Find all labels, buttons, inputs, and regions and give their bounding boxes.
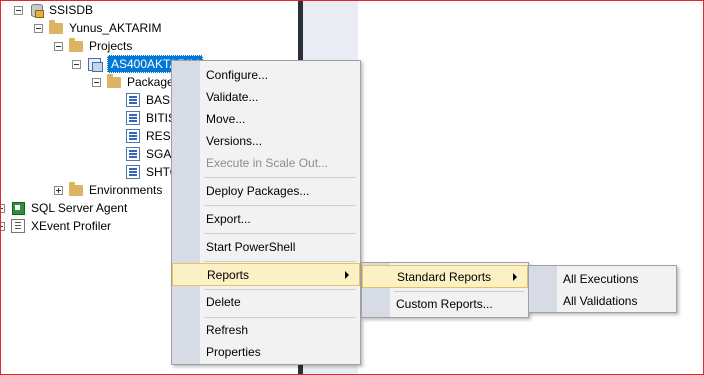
menu-separator [204,233,356,234]
tree-node-xevent[interactable]: XEvent Profiler [0,217,111,235]
menu-item-standard-reports[interactable]: Standard Reports [362,265,528,288]
menu-item-properties[interactable]: Properties [172,341,360,363]
menu-item-export[interactable]: Export... [172,208,360,230]
collapse-icon[interactable] [72,59,81,69]
folder-icon [69,37,83,52]
package-icon [126,129,140,143]
menu-item-all-validations[interactable]: All Validations [529,290,676,312]
expand-icon[interactable] [0,221,5,231]
tree-label-folder: Yunus_AKTARIM [69,21,162,35]
package-icon [126,165,140,179]
menu-separator [204,289,356,290]
collapse-icon[interactable] [14,5,23,15]
menu-item-move[interactable]: Move... [172,108,360,130]
collapse-icon[interactable] [34,23,43,33]
tree-node-projects[interactable]: Projects [54,37,132,55]
expand-icon[interactable] [0,203,5,213]
menu-separator [204,261,356,262]
xevent-profiler-icon [11,219,25,233]
menu-item-start-powershell[interactable]: Start PowerShell [172,236,360,258]
menu-separator [204,317,356,318]
menu-item-delete[interactable]: Delete [172,291,360,313]
menu-item-validate[interactable]: Validate... [172,86,360,108]
tree-node-folder[interactable]: Yunus_AKTARIM [34,19,161,37]
menu-item-standard-reports-label: Standard Reports [397,269,492,284]
tree-node-package[interactable]: BITIS [126,109,176,127]
tree-node-package[interactable]: BASL [126,91,177,109]
sql-agent-icon [11,201,25,215]
menu-item-all-executions[interactable]: All Executions [529,268,676,290]
tree-node-environments[interactable]: Environments [54,181,162,199]
database-icon [29,3,44,18]
project-icon [87,57,103,72]
standard-reports-submenu: All Executions All Validations [528,265,677,313]
menu-separator [394,291,524,292]
menu-item-versions[interactable]: Versions... [172,130,360,152]
package-icon [126,93,140,107]
collapse-icon[interactable] [92,77,101,87]
tree-node-ssisdb[interactable]: SSISDB [14,1,93,19]
tree-label-sql-agent: SQL Server Agent [31,201,128,215]
tree-label-environments: Environments [89,183,163,197]
menu-item-configure[interactable]: Configure... [172,64,360,86]
menu-item-refresh[interactable]: Refresh [172,319,360,341]
folder-icon [49,19,63,34]
menu-item-execute-scale-out: Execute in Scale Out... [206,156,329,170]
menu-item-custom-reports[interactable]: Custom Reports... [362,293,528,315]
menu-separator [204,177,356,178]
folder-icon [69,181,83,196]
context-menu: Configure... Validate... Move... Version… [171,60,361,365]
tree-label-ssisdb: SSISDB [49,3,94,17]
tree-label-projects: Projects [89,39,133,53]
folder-icon [107,73,121,88]
menu-item-reports[interactable]: Reports [172,263,360,286]
submenu-arrow-icon [345,271,349,279]
menu-separator [204,205,356,206]
menu-item-reports-label: Reports [207,267,250,282]
menu-item-deploy-packages[interactable]: Deploy Packages... [172,180,360,202]
collapse-icon[interactable] [54,41,63,51]
package-icon [126,147,140,161]
submenu-arrow-icon [513,273,517,281]
tree-label-packages: Package [127,75,174,89]
tree-node-sql-agent[interactable]: SQL Server Agent [0,199,127,217]
tree-node-packages[interactable]: Package [92,73,174,91]
package-icon [126,111,140,125]
expand-icon[interactable] [54,185,63,195]
tree-node-package[interactable]: SGAI [126,145,175,163]
reports-submenu: Standard Reports Custom Reports... [361,262,529,318]
tree-label-xevent: XEvent Profiler [31,219,112,233]
